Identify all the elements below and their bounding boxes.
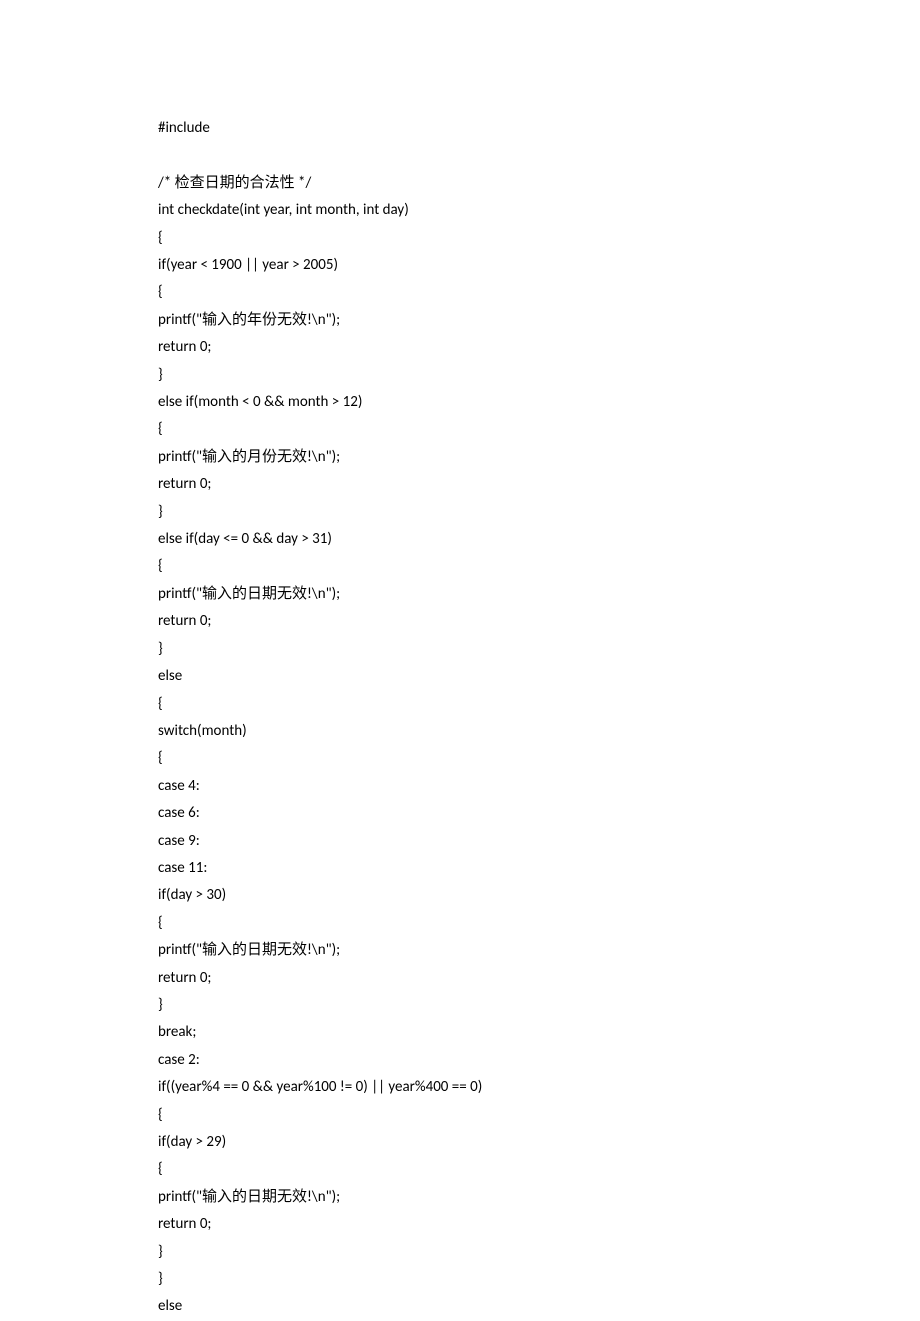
code-line: { bbox=[158, 910, 920, 937]
code-line: return 0; bbox=[158, 471, 920, 498]
code-line: case 4: bbox=[158, 773, 920, 800]
code-line: if(year < 1900 || year > 2005) bbox=[158, 252, 920, 279]
code-line: printf("输入的日期无效!\n"); bbox=[158, 1184, 920, 1211]
code-line: } bbox=[158, 992, 920, 1019]
code-line: /* 检查日期的合法性 */ bbox=[158, 170, 920, 197]
code-line: else if(day <= 0 && day > 31) bbox=[158, 526, 920, 553]
code-line: if(day > 30) bbox=[158, 882, 920, 909]
code-line: case 6: bbox=[158, 800, 920, 827]
code-line: int checkdate(int year, int month, int d… bbox=[158, 197, 920, 224]
code-line: { bbox=[158, 1102, 920, 1129]
code-line: if((year%4 == 0 && year%100 != 0) || yea… bbox=[158, 1074, 920, 1101]
code-line: case 11: bbox=[158, 855, 920, 882]
code-line: printf("输入的年份无效!\n"); bbox=[158, 307, 920, 334]
code-line: printf("输入的日期无效!\n"); bbox=[158, 581, 920, 608]
code-line: { bbox=[158, 225, 920, 252]
code-line: return 0; bbox=[158, 608, 920, 635]
code-line: { bbox=[158, 416, 920, 443]
code-line: { bbox=[158, 691, 920, 718]
code-line: else bbox=[158, 1293, 920, 1320]
code-line: return 0; bbox=[158, 965, 920, 992]
code-line: switch(month) bbox=[158, 718, 920, 745]
blank-line bbox=[158, 142, 920, 169]
code-line: case 9: bbox=[158, 828, 920, 855]
code-line: printf("输入的日期无效!\n"); bbox=[158, 937, 920, 964]
code-block: #include /* 检查日期的合法性 */ int checkdate(in… bbox=[158, 115, 920, 1321]
code-line: } bbox=[158, 636, 920, 663]
document-page: #include /* 检查日期的合法性 */ int checkdate(in… bbox=[0, 0, 920, 1321]
code-line: { bbox=[158, 279, 920, 306]
code-line: if(day > 29) bbox=[158, 1129, 920, 1156]
code-line: return 0; bbox=[158, 1211, 920, 1238]
code-line: } bbox=[158, 499, 920, 526]
code-line: printf("输入的月份无效!\n"); bbox=[158, 444, 920, 471]
code-line: } bbox=[158, 1266, 920, 1293]
code-line: case 2: bbox=[158, 1047, 920, 1074]
code-line: } bbox=[158, 362, 920, 389]
code-line: { bbox=[158, 745, 920, 772]
code-line: return 0; bbox=[158, 334, 920, 361]
code-line: else if(month < 0 && month > 12) bbox=[158, 389, 920, 416]
code-line: { bbox=[158, 553, 920, 580]
code-line: { bbox=[158, 1156, 920, 1183]
code-line: } bbox=[158, 1239, 920, 1266]
code-line: #include bbox=[158, 115, 920, 142]
code-line: break; bbox=[158, 1019, 920, 1046]
code-line: else bbox=[158, 663, 920, 690]
